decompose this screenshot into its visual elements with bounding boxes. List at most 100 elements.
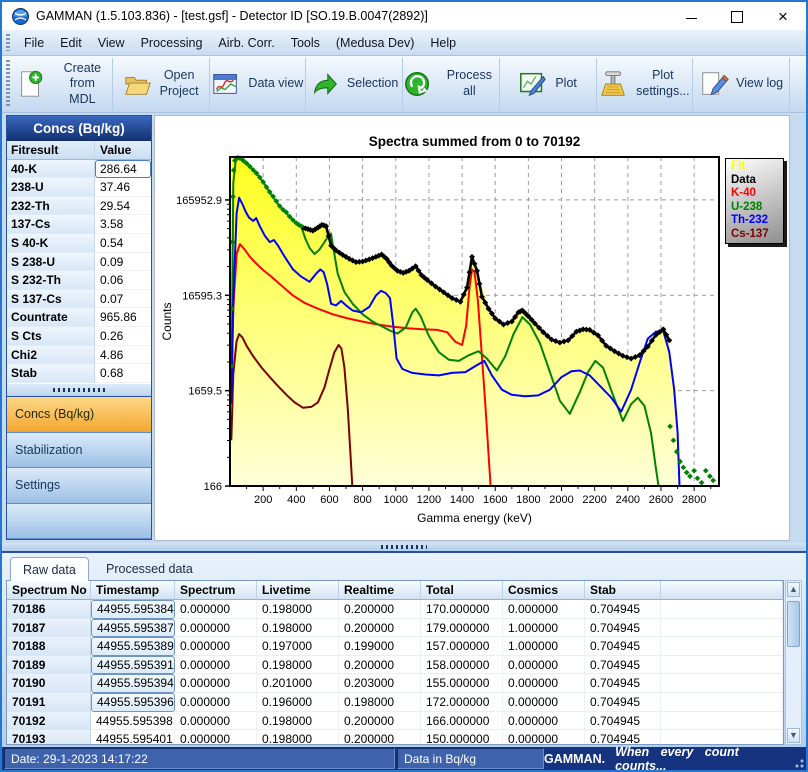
splitter-dots-icon [53, 388, 105, 392]
nav-button-empty[interactable] [7, 504, 151, 540]
fitresult-name: S 40-K [7, 234, 95, 253]
nav-button-stabilization[interactable]: Stabilization [7, 433, 151, 469]
maximize-button[interactable] [714, 2, 760, 31]
scroll-up-icon[interactable]: ▲ [787, 582, 800, 597]
y-tick-label: 16595.3 [182, 290, 222, 302]
x-tick-label: 1600 [483, 494, 507, 506]
legend-item-data: Data [731, 174, 783, 188]
data-cell: 170.000000 [421, 600, 503, 619]
nav-button-concs-bq-kg-[interactable]: Concs (Bq/kg) [7, 397, 151, 433]
fitresult-value[interactable]: 37.46 [95, 178, 151, 197]
spectrum-chart[interactable]: 2004006008001000120014001600180020002200… [155, 116, 791, 542]
col-header-filler [661, 581, 783, 600]
green-arrow-icon [310, 69, 340, 99]
fitresult-value[interactable]: 965.86 [95, 308, 151, 327]
scroll-down-icon[interactable]: ▼ [787, 728, 800, 743]
tab-processed-data[interactable]: Processed data [94, 557, 205, 580]
menu-item-help[interactable]: Help [422, 33, 464, 53]
toolbar-button-view-log[interactable]: View log [693, 58, 790, 110]
table-row[interactable]: 7019044955.5953940.0000000.2010000.20300… [7, 674, 783, 693]
scrollbar-thumb[interactable] [787, 601, 800, 647]
x-tick-label: 600 [320, 494, 338, 506]
col-header-spectrum[interactable]: Spectrum [175, 581, 257, 600]
panel-splitter[interactable] [7, 384, 151, 396]
data-cell: 0.704945 [585, 656, 661, 675]
toolbar-button-selection[interactable]: Selection [306, 58, 403, 110]
menu-item-view[interactable]: View [90, 33, 133, 53]
data-cell: 0.200000 [339, 600, 421, 619]
table-scrollbar[interactable]: ▲ ▼ [785, 580, 802, 745]
nav-button-settings[interactable]: Settings [7, 468, 151, 504]
fitresult-row: Stab0.68 [7, 364, 151, 383]
x-tick-label: 2600 [649, 494, 673, 506]
tab-raw-data[interactable]: Raw data [10, 557, 89, 581]
col-header-stab[interactable]: Stab [585, 581, 661, 600]
menu-item-edit[interactable]: Edit [52, 33, 90, 53]
new-document-plus-icon [16, 69, 46, 99]
fitresult-value[interactable]: 0.06 [95, 271, 151, 290]
toolbar-button-data-view[interactable]: Data view [210, 58, 307, 110]
data-cell: 0.000000 [503, 693, 585, 712]
spectrum-no-cell: 70191 [7, 693, 91, 712]
resize-grip-icon[interactable] [793, 757, 805, 769]
toolbar-button-label: Process all [440, 68, 499, 99]
table-row[interactable]: 7019144955.5953960.0000000.1960000.19800… [7, 693, 783, 712]
fitresult-value[interactable]: 4.86 [95, 346, 151, 365]
fitresult-value[interactable]: 0.68 [95, 364, 151, 383]
fitresult-value[interactable]: 286.64 [95, 160, 151, 179]
table-row[interactable]: 7018944955.5953910.0000000.1980000.20000… [7, 656, 783, 675]
x-tick-label: 1400 [450, 494, 474, 506]
data-cell: 0.000000 [175, 600, 257, 619]
toolbar-button-open-project[interactable]: Open Project [113, 58, 210, 110]
horizontal-splitter[interactable] [2, 543, 806, 551]
data-cell: 44955.595384 [91, 600, 175, 619]
series-marker [695, 475, 701, 481]
table-row[interactable]: 7018644955.5953840.0000000.1980000.20000… [7, 600, 783, 619]
col-header-total[interactable]: Total [421, 581, 503, 600]
fitresult-col-header: Fitresult [7, 141, 95, 160]
data-cell: 0.704945 [585, 674, 661, 693]
window-title: GAMMAN (1.5.103.836) - [test.gsf] - Dete… [36, 9, 428, 23]
menu-item--medusa-dev-[interactable]: (Medusa Dev) [328, 33, 423, 53]
fitresult-value[interactable]: 3.58 [95, 215, 151, 234]
toolbar-button-plot[interactable]: Plot [500, 58, 597, 110]
col-header-timestamp[interactable]: Timestamp [91, 581, 175, 600]
x-tick-label: 400 [287, 494, 305, 506]
data-cell: 179.000000 [421, 619, 503, 638]
table-row[interactable]: 7019344955.5954010.0000000.1980000.20000… [7, 730, 783, 745]
toolbar-button-create-from-mdl[interactable]: Create from MDL [16, 58, 113, 110]
menu-item-airb-corr-[interactable]: Airb. Corr. [210, 33, 282, 53]
x-tick-label: 2000 [549, 494, 573, 506]
close-icon: × [778, 8, 788, 25]
minimize-button[interactable] [668, 2, 714, 31]
col-header-spectrum-no[interactable]: Spectrum No [7, 581, 91, 600]
close-button[interactable]: × [760, 2, 806, 31]
data-cell: 0.704945 [585, 693, 661, 712]
col-header-livetime[interactable]: Livetime [257, 581, 339, 600]
col-header-cosmics[interactable]: Cosmics [503, 581, 585, 600]
fitresult-value[interactable]: 0.07 [95, 290, 151, 309]
menu-item-processing[interactable]: Processing [133, 33, 211, 53]
fitresult-value[interactable]: 29.54 [95, 197, 151, 216]
data-cell: 0.200000 [339, 730, 421, 745]
menu-item-file[interactable]: File [16, 33, 52, 53]
data-cell: 44955.595401 [91, 730, 175, 745]
fitresult-name: 232-Th [7, 197, 95, 216]
data-cell-filler [661, 637, 783, 656]
series-fit-area [230, 157, 680, 486]
table-row[interactable]: 7019244955.5953980.0000000.1980000.20000… [7, 712, 783, 731]
table-row[interactable]: 7018744955.5953870.0000000.1980000.20000… [7, 619, 783, 638]
col-header-realtime[interactable]: Realtime [339, 581, 421, 600]
menu-item-tools[interactable]: Tools [283, 33, 328, 53]
fitresult-value[interactable]: 0.54 [95, 234, 151, 253]
data-cell: 0.000000 [175, 730, 257, 745]
fitresult-value[interactable]: 0.09 [95, 253, 151, 272]
fitresult-value[interactable]: 0.26 [95, 327, 151, 346]
toolbar-button-process-all[interactable]: Process all [403, 58, 500, 110]
fitresult-name: 137-Cs [7, 215, 95, 234]
data-cell: 0.198000 [257, 619, 339, 638]
toolbar-button-plot-settings-[interactable]: Plot settings... [597, 58, 694, 110]
data-cell: 157.000000 [421, 637, 503, 656]
table-row[interactable]: 7018844955.5953890.0000000.1970000.19900… [7, 637, 783, 656]
process-circle-arrow-icon [403, 69, 433, 99]
